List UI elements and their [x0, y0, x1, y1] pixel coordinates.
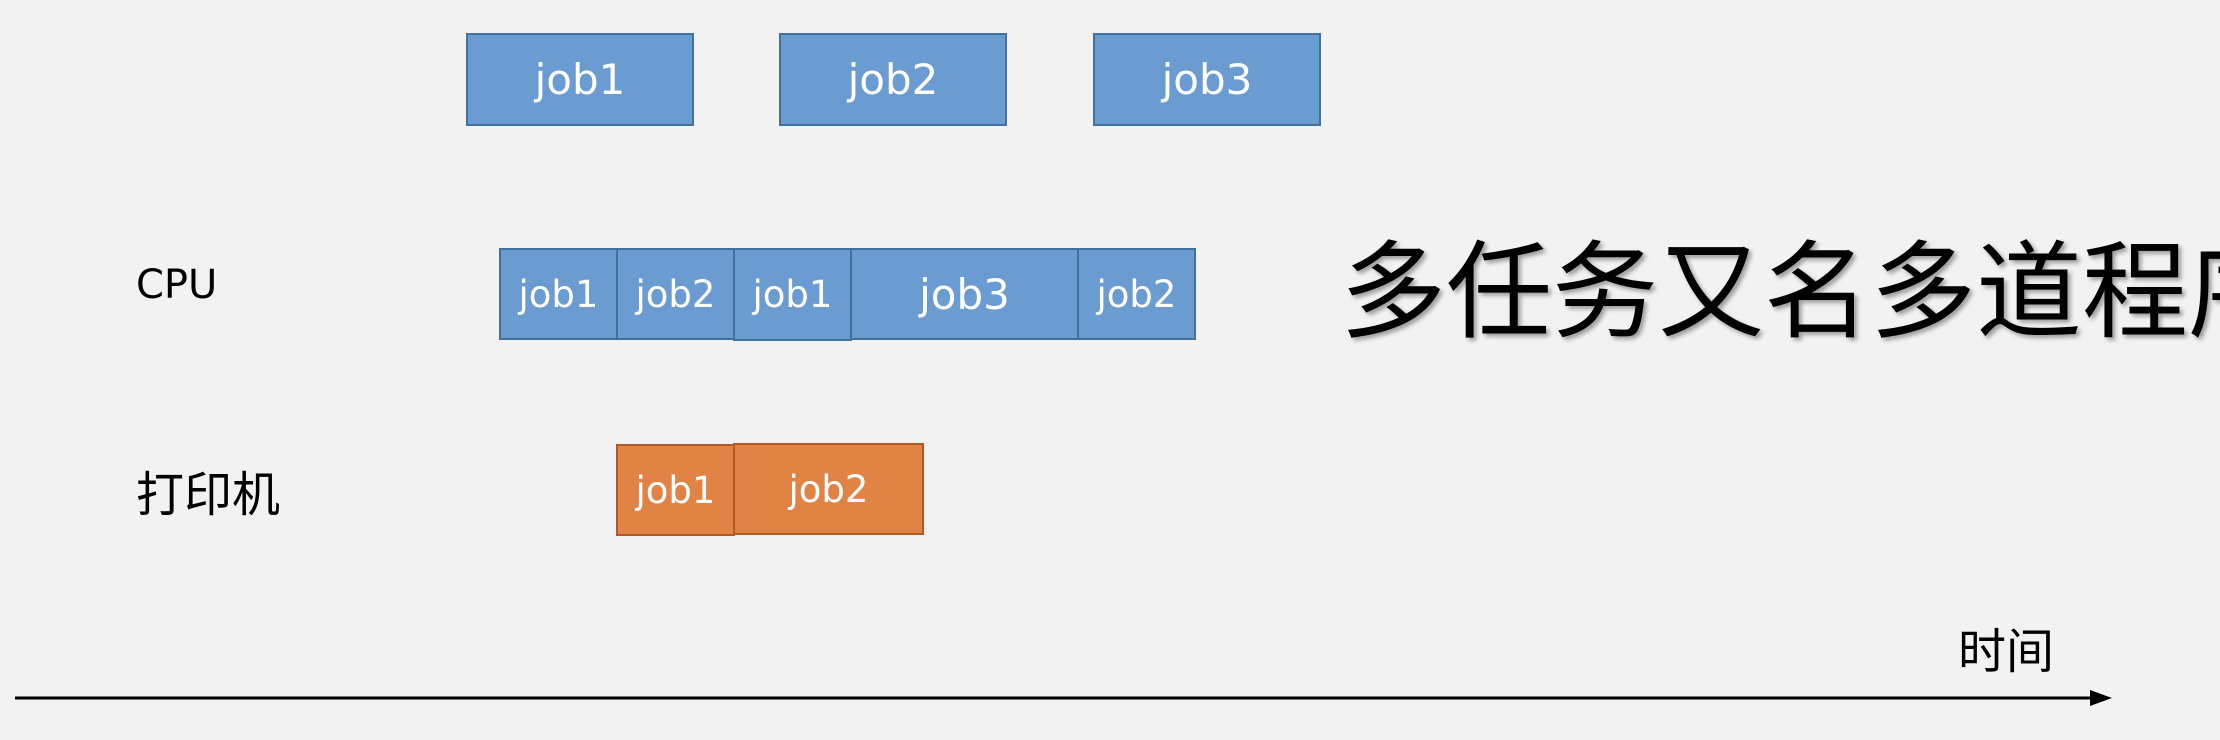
- time-axis: [15, 690, 2112, 706]
- time-axis-arrowhead: [2090, 690, 2112, 706]
